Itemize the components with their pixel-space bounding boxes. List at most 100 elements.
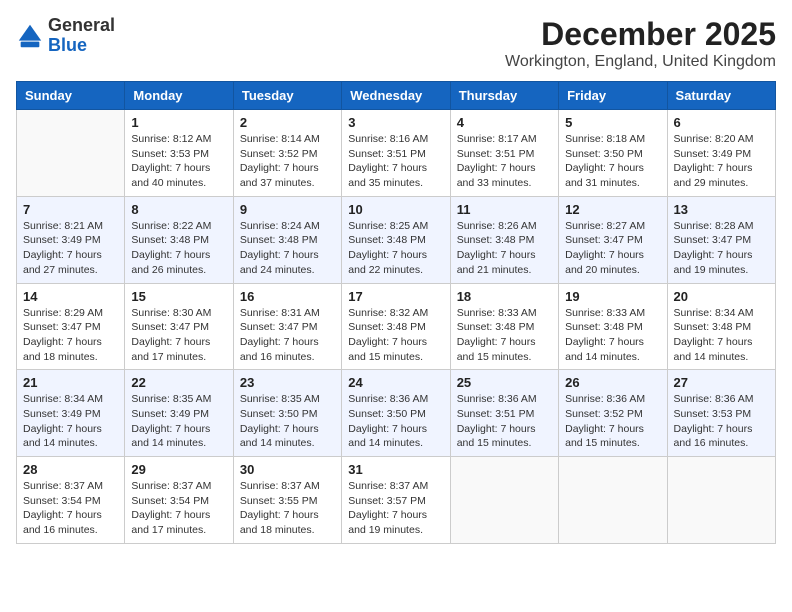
day-number: 5 [565, 115, 660, 130]
day-number: 22 [131, 375, 226, 390]
calendar-cell: 2 Sunrise: 8:14 AMSunset: 3:52 PMDaylight… [233, 110, 341, 197]
day-info: Sunrise: 8:36 AMSunset: 3:51 PMDaylight:… [457, 392, 552, 451]
day-info: Sunrise: 8:14 AMSunset: 3:52 PMDaylight:… [240, 132, 335, 191]
calendar-week-0: 1 Sunrise: 8:12 AMSunset: 3:53 PMDaylight… [17, 110, 776, 197]
calendar-cell: 3 Sunrise: 8:16 AMSunset: 3:51 PMDaylight… [342, 110, 450, 197]
day-info: Sunrise: 8:37 AMSunset: 3:57 PMDaylight:… [348, 479, 443, 538]
day-info: Sunrise: 8:37 AMSunset: 3:54 PMDaylight:… [131, 479, 226, 538]
day-number: 26 [565, 375, 660, 390]
day-info: Sunrise: 8:20 AMSunset: 3:49 PMDaylight:… [674, 132, 769, 191]
day-number: 6 [674, 115, 769, 130]
logo-blue: Blue [48, 35, 87, 55]
calendar-table: SundayMondayTuesdayWednesdayThursdayFrid… [16, 81, 776, 544]
day-number: 30 [240, 462, 335, 477]
day-number: 7 [23, 202, 118, 217]
day-number: 21 [23, 375, 118, 390]
calendar-cell: 4 Sunrise: 8:17 AMSunset: 3:51 PMDaylight… [450, 110, 558, 197]
day-info: Sunrise: 8:36 AMSunset: 3:50 PMDaylight:… [348, 392, 443, 451]
day-info: Sunrise: 8:36 AMSunset: 3:52 PMDaylight:… [565, 392, 660, 451]
day-info: Sunrise: 8:26 AMSunset: 3:48 PMDaylight:… [457, 219, 552, 278]
day-number: 4 [457, 115, 552, 130]
calendar-cell: 20Sunrise: 8:34 AMSunset: 3:48 PMDayligh… [667, 283, 775, 370]
calendar-cell: 5 Sunrise: 8:18 AMSunset: 3:50 PMDaylight… [559, 110, 667, 197]
calendar-cell: 30 Sunrise: 8:37 AMSunset: 3:55 PMDayligh… [233, 457, 341, 544]
day-info: Sunrise: 8:21 AMSunset: 3:49 PMDaylight:… [23, 219, 118, 278]
day-info: Sunrise: 8:18 AMSunset: 3:50 PMDaylight:… [565, 132, 660, 191]
day-number: 11 [457, 202, 552, 217]
calendar-cell: 15 Sunrise: 8:30 AMSunset: 3:47 PMDayligh… [125, 283, 233, 370]
day-info: Sunrise: 8:30 AMSunset: 3:47 PMDaylight:… [131, 306, 226, 365]
title-block: December 2025 Workington, England, Unite… [505, 16, 776, 71]
day-info: Sunrise: 8:24 AMSunset: 3:48 PMDaylight:… [240, 219, 335, 278]
logo-text: General Blue [48, 16, 115, 56]
calendar-cell [450, 457, 558, 544]
day-number: 20 [674, 289, 769, 304]
day-info: Sunrise: 8:22 AMSunset: 3:48 PMDaylight:… [131, 219, 226, 278]
day-info: Sunrise: 8:31 AMSunset: 3:47 PMDaylight:… [240, 306, 335, 365]
logo-icon [16, 22, 44, 50]
day-number: 23 [240, 375, 335, 390]
day-info: Sunrise: 8:37 AMSunset: 3:54 PMDaylight:… [23, 479, 118, 538]
day-number: 25 [457, 375, 552, 390]
calendar-cell [667, 457, 775, 544]
day-number: 27 [674, 375, 769, 390]
day-number: 15 [131, 289, 226, 304]
calendar-cell: 29Sunrise: 8:37 AMSunset: 3:54 PMDayligh… [125, 457, 233, 544]
day-info: Sunrise: 8:35 AMSunset: 3:50 PMDaylight:… [240, 392, 335, 451]
calendar-cell: 21 Sunrise: 8:34 AMSunset: 3:49 PMDayligh… [17, 370, 125, 457]
day-number: 24 [348, 375, 443, 390]
calendar-cell: 14 Sunrise: 8:29 AMSunset: 3:47 PMDayligh… [17, 283, 125, 370]
calendar-cell: 6 Sunrise: 8:20 AMSunset: 3:49 PMDaylight… [667, 110, 775, 197]
day-number: 16 [240, 289, 335, 304]
day-number: 2 [240, 115, 335, 130]
day-info: Sunrise: 8:17 AMSunset: 3:51 PMDaylight:… [457, 132, 552, 191]
day-info: Sunrise: 8:34 AMSunset: 3:49 PMDaylight:… [23, 392, 118, 451]
page-header: General Blue December 2025 Workington, E… [16, 16, 776, 71]
calendar-week-4: 28Sunrise: 8:37 AMSunset: 3:54 PMDayligh… [17, 457, 776, 544]
day-number: 12 [565, 202, 660, 217]
day-number: 10 [348, 202, 443, 217]
header-wednesday: Wednesday [342, 82, 450, 110]
calendar-cell: 27 Sunrise: 8:36 AMSunset: 3:53 PMDayligh… [667, 370, 775, 457]
day-info: Sunrise: 8:12 AMSunset: 3:53 PMDaylight:… [131, 132, 226, 191]
day-info: Sunrise: 8:28 AMSunset: 3:47 PMDaylight:… [674, 219, 769, 278]
calendar-cell: 11 Sunrise: 8:26 AMSunset: 3:48 PMDayligh… [450, 196, 558, 283]
calendar-cell: 23 Sunrise: 8:35 AMSunset: 3:50 PMDayligh… [233, 370, 341, 457]
header-monday: Monday [125, 82, 233, 110]
logo: General Blue [16, 16, 115, 56]
calendar-week-1: 7 Sunrise: 8:21 AMSunset: 3:49 PMDaylight… [17, 196, 776, 283]
day-number: 31 [348, 462, 443, 477]
month-title: December 2025 [505, 16, 776, 53]
day-info: Sunrise: 8:33 AMSunset: 3:48 PMDaylight:… [457, 306, 552, 365]
day-number: 8 [131, 202, 226, 217]
day-info: Sunrise: 8:29 AMSunset: 3:47 PMDaylight:… [23, 306, 118, 365]
day-info: Sunrise: 8:27 AMSunset: 3:47 PMDaylight:… [565, 219, 660, 278]
calendar-week-3: 21 Sunrise: 8:34 AMSunset: 3:49 PMDayligh… [17, 370, 776, 457]
day-number: 9 [240, 202, 335, 217]
day-number: 3 [348, 115, 443, 130]
day-info: Sunrise: 8:16 AMSunset: 3:51 PMDaylight:… [348, 132, 443, 191]
header-sunday: Sunday [17, 82, 125, 110]
location: Workington, England, United Kingdom [505, 53, 776, 71]
calendar-cell: 24 Sunrise: 8:36 AMSunset: 3:50 PMDayligh… [342, 370, 450, 457]
header-tuesday: Tuesday [233, 82, 341, 110]
calendar-cell: 18Sunrise: 8:33 AMSunset: 3:48 PMDayligh… [450, 283, 558, 370]
calendar-header-row: SundayMondayTuesdayWednesdayThursdayFrid… [17, 82, 776, 110]
logo-general: General [48, 15, 115, 35]
day-number: 14 [23, 289, 118, 304]
day-info: Sunrise: 8:33 AMSunset: 3:48 PMDaylight:… [565, 306, 660, 365]
day-info: Sunrise: 8:32 AMSunset: 3:48 PMDaylight:… [348, 306, 443, 365]
day-number: 17 [348, 289, 443, 304]
day-number: 1 [131, 115, 226, 130]
day-info: Sunrise: 8:37 AMSunset: 3:55 PMDaylight:… [240, 479, 335, 538]
calendar-cell [17, 110, 125, 197]
calendar-cell: 12 Sunrise: 8:27 AMSunset: 3:47 PMDayligh… [559, 196, 667, 283]
day-info: Sunrise: 8:36 AMSunset: 3:53 PMDaylight:… [674, 392, 769, 451]
calendar-cell: 16 Sunrise: 8:31 AMSunset: 3:47 PMDayligh… [233, 283, 341, 370]
calendar-cell: 31 Sunrise: 8:37 AMSunset: 3:57 PMDayligh… [342, 457, 450, 544]
calendar-cell: 1 Sunrise: 8:12 AMSunset: 3:53 PMDaylight… [125, 110, 233, 197]
calendar-cell: 22Sunrise: 8:35 AMSunset: 3:49 PMDayligh… [125, 370, 233, 457]
calendar-cell: 17 Sunrise: 8:32 AMSunset: 3:48 PMDayligh… [342, 283, 450, 370]
calendar-cell: 19 Sunrise: 8:33 AMSunset: 3:48 PMDayligh… [559, 283, 667, 370]
day-number: 19 [565, 289, 660, 304]
